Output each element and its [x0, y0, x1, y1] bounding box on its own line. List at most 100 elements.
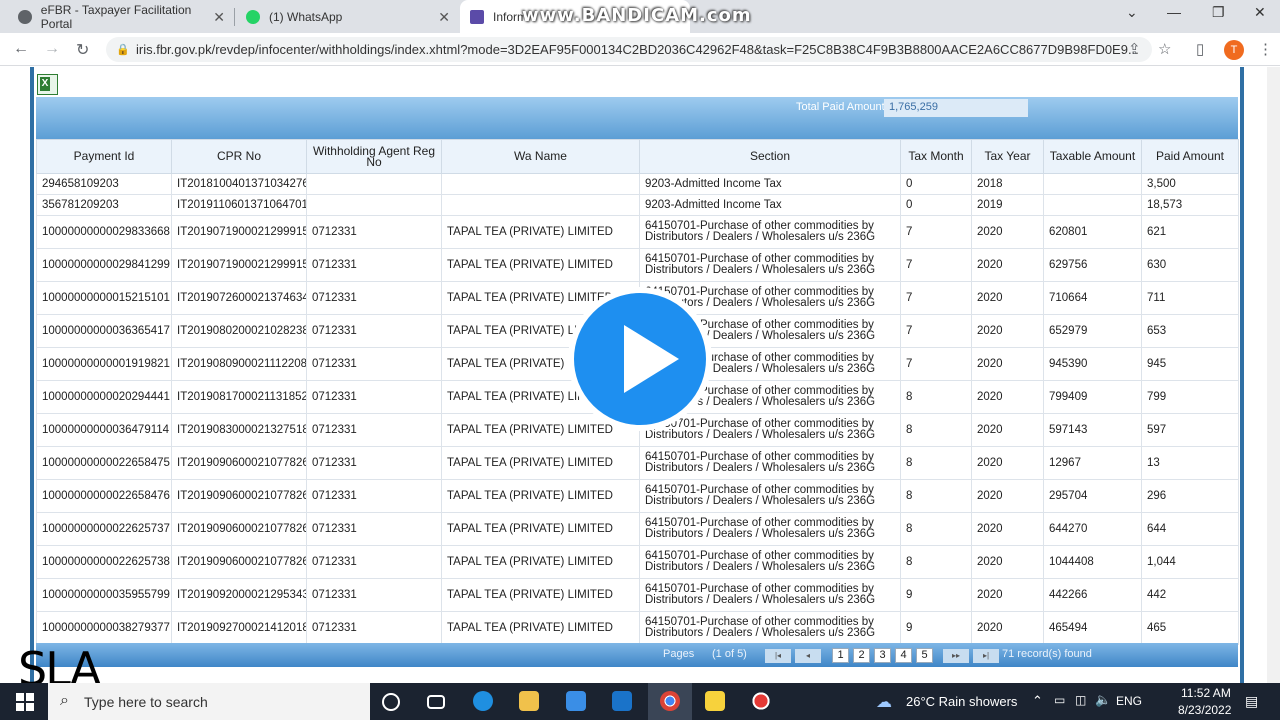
scrollbar[interactable]	[1267, 67, 1280, 683]
column-header[interactable]: Tax Year	[971, 139, 1044, 174]
url-field[interactable]: iris.fbr.gov.pk/revdep/infocenter/withho…	[106, 37, 1152, 62]
table-cell: 7	[900, 281, 972, 315]
excel-export-icon[interactable]	[37, 74, 58, 95]
maximize-icon[interactable]: ❐	[1212, 4, 1225, 21]
sidepanel-icon[interactable]: ▯	[1196, 40, 1204, 58]
language-indicator[interactable]: ENG	[1116, 694, 1142, 708]
tab-search-icon[interactable]: ⌄	[1126, 4, 1138, 21]
table-cell: 0712331	[306, 281, 442, 315]
menu-icon[interactable]: ⋮	[1258, 40, 1273, 58]
forward-icon[interactable]: →	[44, 40, 60, 58]
table-cell: 2020	[971, 314, 1044, 348]
lock-icon[interactable]: 🔒	[116, 43, 130, 56]
page-link[interactable]: 4	[895, 648, 912, 663]
weather-icon[interactable]: ☁	[876, 692, 892, 712]
table-row: 10000000000029841299 IT201907190002129991…	[36, 248, 1239, 282]
table-cell: 3,500	[1141, 173, 1239, 195]
table-row: 10000000000038279377 IT201909270002141201…	[36, 611, 1239, 645]
task-view-icon[interactable]	[427, 695, 445, 709]
page-link[interactable]: 1	[832, 648, 849, 663]
volume-icon[interactable]: 🔈	[1095, 692, 1111, 708]
notification-icon[interactable]: ▤	[1245, 693, 1258, 710]
tab-whatsapp[interactable]: (1) WhatsApp ✕	[236, 0, 458, 33]
table-cell: 64150701-Purchase of other commodities b…	[639, 512, 901, 546]
table-cell: 2020	[971, 281, 1044, 315]
table-cell	[306, 194, 442, 216]
table-cell: IT2019071900021299915	[171, 248, 307, 282]
table-cell: 644	[1141, 512, 1239, 546]
bandicam-icon[interactable]	[751, 691, 771, 711]
sticky-notes-icon[interactable]	[705, 691, 725, 711]
tray-chevron-icon[interactable]: ⌃	[1032, 693, 1043, 709]
table-cell: 653	[1141, 314, 1239, 348]
back-icon[interactable]: ←	[13, 40, 29, 58]
table-cell: 295704	[1043, 479, 1142, 513]
reload-icon[interactable]: ↻	[76, 40, 89, 60]
tab-efbr[interactable]: eFBR - Taxpayer Facilitation Portal ✕	[8, 0, 233, 33]
edge-icon[interactable]	[473, 691, 493, 711]
windows-start-icon[interactable]	[16, 693, 34, 711]
table-cell: 2019	[971, 194, 1044, 216]
network-icon[interactable]: ◫	[1075, 693, 1086, 707]
column-header[interactable]: Payment Id	[36, 139, 172, 174]
weather-text[interactable]: 26°C Rain showers	[906, 694, 1017, 709]
mail-icon[interactable]	[612, 691, 632, 711]
page-link[interactable]: 5	[916, 648, 933, 663]
table-cell: 2020	[971, 545, 1044, 579]
table-cell: 10000000000038279377	[36, 611, 172, 645]
table-row: 10000000000022658476 IT201909060002107782…	[36, 479, 1239, 513]
table-cell: IT2019092000021295343	[171, 578, 307, 612]
table-cell: 10000000000022658476	[36, 479, 172, 513]
table-cell: 0712331	[306, 380, 442, 414]
minimize-icon[interactable]: —	[1167, 4, 1181, 20]
table-cell: 2020	[971, 512, 1044, 546]
column-header[interactable]: Section	[639, 139, 901, 174]
profile-avatar[interactable]: T	[1224, 40, 1244, 60]
share-icon[interactable]: ⇪	[1128, 40, 1141, 58]
table-cell: IT2019081700021131852	[171, 380, 307, 414]
table-row: 10000000000022625737 IT201909060002107782…	[36, 512, 1239, 546]
page-link[interactable]: 2	[853, 648, 870, 663]
frame-border-right	[1240, 67, 1244, 683]
video-play-icon[interactable]	[568, 287, 712, 431]
tab-divider	[234, 8, 235, 26]
file-explorer-icon[interactable]	[519, 691, 539, 711]
close-icon[interactable]: ✕	[213, 9, 225, 26]
bookmark-star-icon[interactable]: ☆	[1158, 40, 1171, 58]
table-cell: 0712331	[306, 578, 442, 612]
pager-label: Pages	[663, 648, 695, 660]
table-cell: 2020	[971, 446, 1044, 480]
table-cell: TAPAL TEA (PRIVATE) LIMITED	[441, 215, 640, 249]
chrome-icon[interactable]	[660, 691, 680, 711]
next-page-icon[interactable]: ▸▸	[943, 649, 969, 663]
table-cell: 64150701-Purchase of other commodities b…	[639, 446, 901, 480]
table-cell: 10000000000029833668	[36, 215, 172, 249]
cortana-icon[interactable]	[382, 693, 400, 711]
store-icon[interactable]	[566, 691, 586, 711]
first-page-icon[interactable]: |◂	[765, 649, 791, 663]
clock-time[interactable]: 11:52 AM	[1181, 686, 1231, 700]
clock-date[interactable]: 8/23/2022	[1178, 703, 1231, 717]
page-link[interactable]: 3	[874, 648, 891, 663]
column-header[interactable]: Tax Month	[900, 139, 972, 174]
close-window-icon[interactable]: ✕	[1254, 4, 1266, 21]
table-cell: 2020	[971, 380, 1044, 414]
column-header[interactable]: CPR No	[171, 139, 307, 174]
table-cell: 10000000000015215101	[36, 281, 172, 315]
table-cell: 0712331	[306, 248, 442, 282]
table-cell: 296	[1141, 479, 1239, 513]
column-header[interactable]: Wa Name	[441, 139, 640, 174]
device-icon[interactable]: ▭	[1054, 693, 1065, 707]
column-header[interactable]: Paid Amount	[1141, 139, 1239, 174]
tab-label: (1) WhatsApp	[269, 9, 343, 24]
table-cell: TAPAL TEA (PRIVATE) LIMITED	[441, 578, 640, 612]
close-icon[interactable]: ✕	[438, 9, 450, 26]
prev-page-icon[interactable]: ◂	[795, 649, 821, 663]
column-header[interactable]: Withholding Agent Reg No	[306, 139, 442, 174]
taskbar-search[interactable]: Type here to search	[48, 683, 370, 720]
last-page-icon[interactable]: ▸|	[973, 649, 999, 663]
column-header[interactable]: Taxable Amount	[1043, 139, 1142, 174]
table-cell: IT2019090600021077826	[171, 446, 307, 480]
table-cell: 10000000000035955799	[36, 578, 172, 612]
table-cell: 597143	[1043, 413, 1142, 447]
